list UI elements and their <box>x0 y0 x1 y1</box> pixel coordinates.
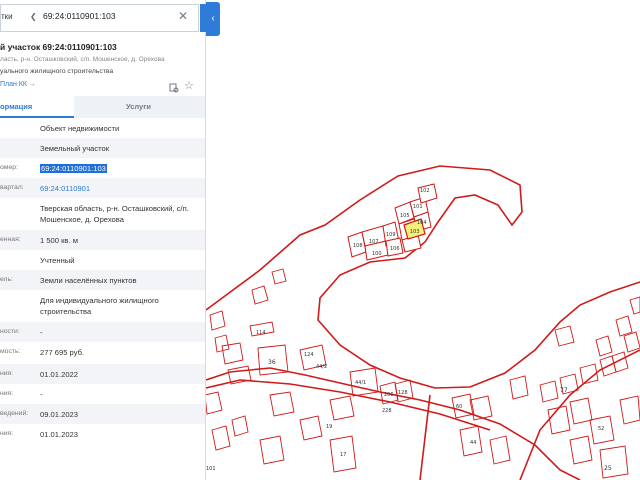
info-row: ния: 01.01.2022 <box>0 364 205 384</box>
parcel-label: 124 <box>304 352 314 358</box>
row-label: ния: <box>0 390 14 397</box>
parcel-label: 228 <box>382 408 392 414</box>
row-value: 01.01.2022 <box>40 370 79 379</box>
parcel-label: 19 <box>326 424 332 430</box>
row-value: Земли населённых пунктов <box>40 276 137 285</box>
row-label: ния: <box>0 370 14 377</box>
tab-services-label: Услуги <box>126 102 151 111</box>
info-row: енная: 1 500 кв. м <box>0 230 205 250</box>
star-icon[interactable]: ☆ <box>184 79 194 92</box>
parcel-label: 109 <box>386 232 396 238</box>
info-row: Объект недвижимости <box>0 118 205 138</box>
row-value: 277 695 руб. <box>40 348 85 357</box>
parcel-label: 104 <box>417 220 427 226</box>
plan-kk-link[interactable]: План КК → <box>0 81 36 88</box>
search-type-select[interactable]: тки <box>1 12 13 21</box>
row-value: Тверская область, р-н. Осташковский, с/п… <box>40 204 189 224</box>
parcel-label: 102 <box>420 188 430 194</box>
row-label: омер: <box>0 164 18 171</box>
row-label: енная: <box>0 236 21 243</box>
info-row: Для индивидуального жилищного строительс… <box>0 290 205 322</box>
parcel-label: 36 <box>268 359 276 366</box>
row-label: ния: <box>0 430 14 437</box>
parcel-label: 108 <box>353 243 363 249</box>
info-row: ведений: 09.01.2023 <box>0 404 205 424</box>
parcel-label: 107 <box>369 239 379 245</box>
close-icon[interactable]: ✕ <box>178 9 188 23</box>
parcel-label: 44/1 <box>355 380 366 386</box>
parcel-label: 100 <box>372 251 382 257</box>
search-input[interactable] <box>43 11 171 21</box>
info-row: ния: 01.01.2023 <box>0 424 205 446</box>
info-row: омер: 69:24:0110901:103 <box>0 158 205 178</box>
tab-services[interactable]: Услуги <box>74 96 205 118</box>
parcel-label: 25 <box>604 465 612 472</box>
info-row: ности: - <box>0 322 205 342</box>
info-row: Учтенный <box>0 250 205 270</box>
row-value: Объект недвижимости <box>40 124 120 133</box>
info-row: Тверская область, р-н. Осташковский, с/п… <box>0 198 205 230</box>
row-value: 1 500 кв. м <box>40 236 78 245</box>
tab-information-label: ормация <box>0 102 33 111</box>
parcel-label: 103 <box>410 229 420 235</box>
parcel-label: 206 <box>384 392 394 398</box>
map-canvas[interactable]: 108 107 100 109 106 105 102 101 104 103 … <box>206 0 640 480</box>
parcel-label: 114 <box>256 330 266 336</box>
info-row: Земельный участок <box>0 138 205 158</box>
row-label: ности: <box>0 328 20 335</box>
row-label: ель: <box>0 276 13 283</box>
tab-information[interactable]: ормация <box>0 96 74 118</box>
parcel-label: 105 <box>400 213 410 219</box>
row-value: - <box>40 328 43 337</box>
object-title: й участок 69:24:0110901:103 <box>0 42 117 52</box>
row-value: Земельный участок <box>40 144 110 153</box>
row-value: Учтенный <box>40 256 75 265</box>
row-value: 01.01.2023 <box>40 430 79 439</box>
collapse-panel-button[interactable]: ‹ <box>206 2 220 36</box>
row-value: Для индивидуального жилищного строительс… <box>40 296 159 316</box>
parcel-label: 77 <box>560 387 568 394</box>
object-purpose-short: уального жилищного строительства <box>0 68 114 75</box>
row-value: - <box>40 390 43 399</box>
parcel-label: 101 <box>413 204 423 210</box>
row-label: вартал: <box>0 184 24 191</box>
info-row: ния: - <box>0 384 205 404</box>
chevron-down-icon[interactable]: ❮ <box>30 12 37 21</box>
parcel-label: 52 <box>598 426 604 432</box>
parcel-label: 101 <box>206 466 216 472</box>
row-label: мость: <box>0 348 21 355</box>
row-label: ведений: <box>0 410 29 417</box>
cadastral-number-selection: 69:24:0110901:103 <box>40 164 107 173</box>
parcels-village-east <box>451 296 640 479</box>
parcel-label: 17 <box>340 452 346 458</box>
tab-bar: ормация Услуги <box>0 96 205 118</box>
parcel-label: 44 <box>470 440 476 446</box>
object-address-short: ласть, р-н. Осташковский, с/п. Мошенское… <box>0 56 165 63</box>
parcel-label: 44/2 <box>316 364 327 370</box>
cadastral-map[interactable]: 108 107 100 109 106 105 102 101 104 103 … <box>206 0 640 480</box>
info-row: мость: 277 695 руб. <box>0 342 205 364</box>
info-panel: тки ❮ ✕ й участок 69:24:0110901:103 ласт… <box>0 0 206 480</box>
parcel-label: 106 <box>390 246 400 252</box>
cadastral-quarter-link[interactable]: 69:24:0110901 <box>40 183 204 194</box>
parcel-label: 60 <box>456 404 462 410</box>
search-bar: тки ❮ ✕ <box>0 4 199 32</box>
cadastral-number-value[interactable]: 69:24:0110901:103 <box>40 163 204 174</box>
info-row: вартал: 69:24:0110901 <box>0 178 205 198</box>
info-row: ель: Земли населённых пунктов <box>0 270 205 290</box>
row-value: 09.01.2023 <box>40 410 79 419</box>
parcel-label: 128 <box>398 390 408 396</box>
